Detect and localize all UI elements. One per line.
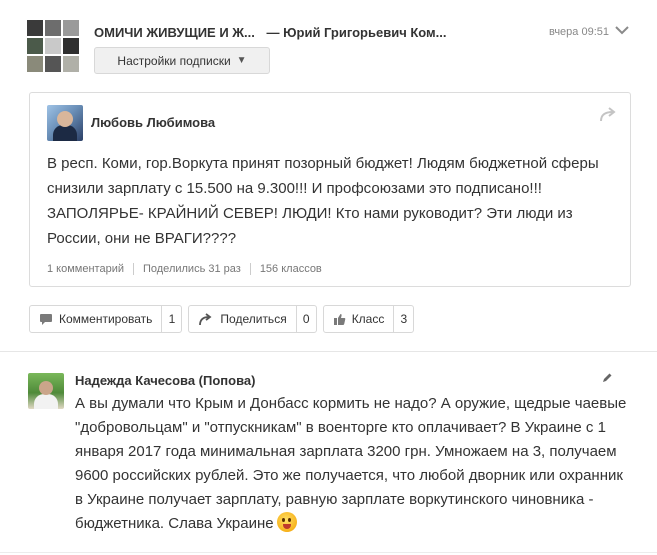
comments-count-link[interactable]: 1 комментарий <box>47 263 124 275</box>
likes-count-link[interactable]: 156 классов <box>260 263 322 275</box>
share-count: 0 <box>295 306 316 332</box>
commenter-avatar[interactable] <box>28 373 64 409</box>
comment-text: А вы думали что Крым и Донбасс кормить н… <box>75 392 635 536</box>
post-card: Любовь Любимова В респ. Коми, гор.Воркут… <box>29 92 631 287</box>
share-button-label: Поделиться <box>220 312 287 326</box>
group-avatar-tile <box>45 56 61 72</box>
stats-divider <box>132 263 134 275</box>
reshare-icon[interactable] <box>598 106 618 124</box>
post-author-avatar[interactable] <box>47 105 83 141</box>
bottom-divider <box>0 552 657 553</box>
group-avatar-tile <box>27 20 43 36</box>
comment-icon <box>40 313 52 325</box>
group-avatar-tile <box>27 38 43 54</box>
subscription-settings-button[interactable]: Настройки подписки ▼ <box>94 47 270 74</box>
commenter-name[interactable]: Надежда Качесова (Попова) <box>75 373 255 388</box>
group-avatar-tile <box>63 38 79 54</box>
like-button-label: Класс <box>351 312 385 326</box>
laughing-emoji-icon <box>276 512 297 532</box>
section-divider <box>0 351 657 352</box>
post-stats: 1 комментарий Поделились 31 раз 156 клас… <box>47 263 322 275</box>
share-icon <box>199 312 212 325</box>
comment-button[interactable]: Комментировать 1 <box>29 305 183 333</box>
subscription-settings-label: Настройки подписки <box>117 53 231 68</box>
comment-count: 1 <box>161 306 181 332</box>
thumbs-up-icon <box>333 313 345 325</box>
like-button[interactable]: Класс 3 <box>322 305 415 333</box>
post-actions: Комментировать 1 Поделиться 0 Класс 3 <box>29 305 415 333</box>
group-avatar-tile <box>27 56 43 72</box>
pencil-icon[interactable] <box>601 372 613 384</box>
post-author-name[interactable]: Любовь Любимова <box>91 115 215 130</box>
share-button-body: Поделиться <box>189 306 295 332</box>
comment-text-body: А вы думали что Крым и Донбасс кормить н… <box>75 395 627 532</box>
post-header: ОМИЧИ ЖИВУЩИЕ И Ж... — Юрий Григорьевич … <box>94 25 447 40</box>
post-text: В респ. Коми, гор.Воркута принят позорны… <box>47 155 599 247</box>
group-avatar-tile <box>63 20 79 36</box>
group-name-link[interactable]: ОМИЧИ ЖИВУЩИЕ И Ж... <box>94 25 255 40</box>
comment-button-body: Комментировать <box>30 306 161 332</box>
share-button[interactable]: Поделиться 0 <box>188 305 317 333</box>
like-button-body: Класс <box>324 306 394 332</box>
chevron-down-icon[interactable] <box>614 22 630 38</box>
group-avatar-tile <box>63 56 79 72</box>
stats-divider <box>249 263 251 275</box>
group-avatar-tile <box>45 20 61 36</box>
group-avatar[interactable] <box>27 20 79 72</box>
shares-count-link[interactable]: Поделились 31 раз <box>143 263 241 275</box>
group-avatar-tile <box>45 38 61 54</box>
header-author-link[interactable]: — Юрий Григорьевич Ком... <box>267 25 447 40</box>
comment-button-label: Комментировать <box>59 312 153 326</box>
caret-down-icon: ▼ <box>236 55 247 66</box>
like-count: 3 <box>393 306 413 332</box>
post-time: вчера 09:51 <box>548 26 609 38</box>
